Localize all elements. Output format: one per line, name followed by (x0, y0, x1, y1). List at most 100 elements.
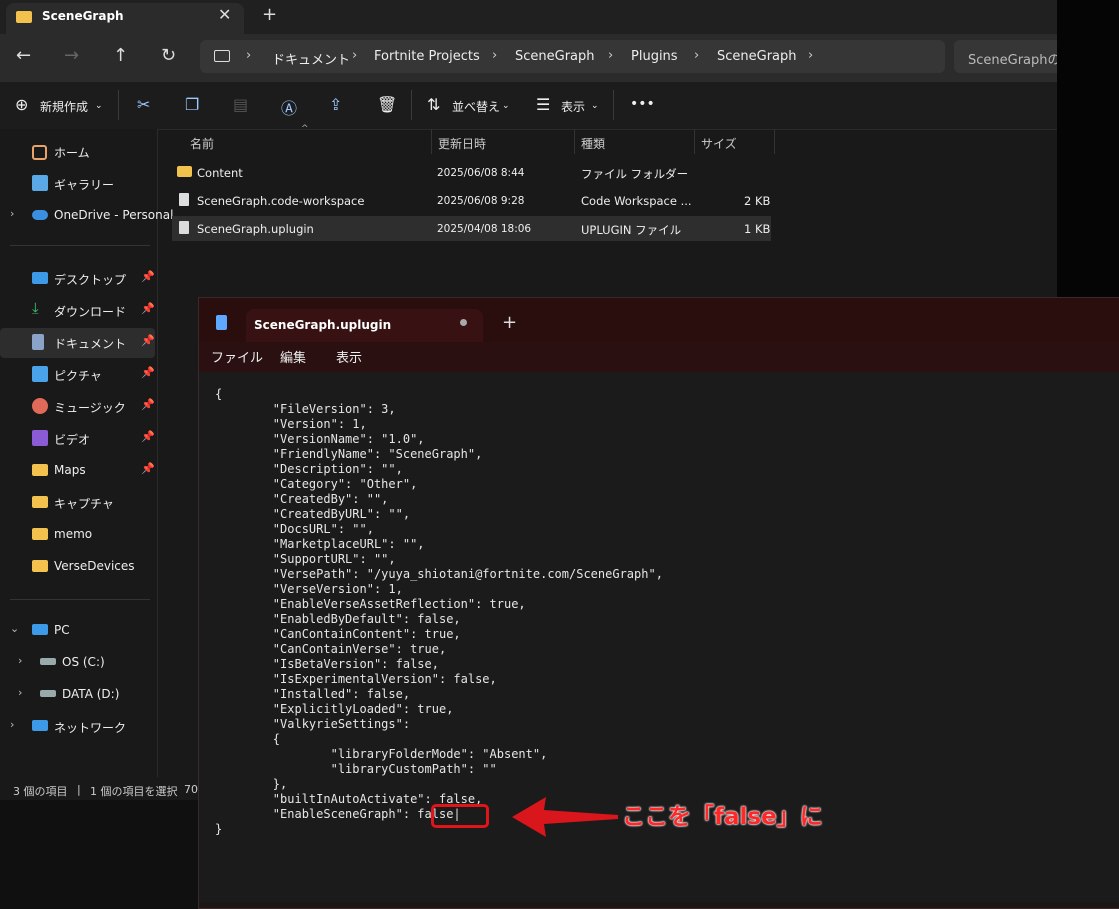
file-name: SceneGraph.code-workspace (197, 194, 365, 208)
selected-count: 1 個の項目を選択 (90, 785, 178, 798)
search-input[interactable]: SceneGraphの検索 (954, 40, 1057, 73)
column-header-name[interactable]: 名前 (190, 135, 214, 152)
folder-icon (32, 560, 48, 572)
chevron-right-icon: › (694, 48, 700, 63)
copy-icon[interactable]: ❐ (185, 95, 199, 114)
back-arrow-icon[interactable]: ← (16, 45, 31, 66)
file-name: SceneGraph.uplugin (197, 222, 314, 236)
sidebar-item-maps[interactable]: Maps 📌 (0, 456, 155, 486)
video-icon (32, 430, 48, 446)
column-header-date[interactable]: 更新日時 (438, 135, 486, 152)
pin-icon: 📌 (141, 430, 155, 443)
cut-icon[interactable]: ✂ (137, 95, 150, 114)
folder-icon (16, 11, 32, 23)
chevron-down-icon: ⌄ (591, 101, 599, 111)
sidebar-item-downloads[interactable]: ⤓ ダウンロード 📌 (0, 296, 155, 326)
sidebar-item-drive-c[interactable]: › OS (C:) (8, 648, 163, 678)
sidebar-item-music[interactable]: ミュージック 📌 (0, 392, 155, 422)
notepad-icon (216, 315, 227, 330)
chevron-right-icon[interactable]: › (10, 207, 14, 220)
breadcrumb-item[interactable]: ドキュメント (272, 49, 350, 68)
home-icon (32, 145, 47, 160)
unsaved-dot-icon[interactable] (460, 319, 467, 326)
up-arrow-icon[interactable]: ↑ (113, 45, 128, 66)
background-area (1057, 0, 1119, 297)
sidebar-item-capture[interactable]: キャプチャ (0, 488, 155, 518)
download-icon: ⤓ (32, 299, 39, 317)
pin-icon: 📌 (141, 270, 155, 283)
view-button[interactable]: 表示 (561, 98, 585, 115)
breadcrumb-item[interactable]: Fortnite Projects (374, 49, 480, 64)
breadcrumb-item[interactable]: SceneGraph (717, 49, 797, 64)
sidebar-item-pictures[interactable]: ピクチャ 📌 (0, 360, 155, 390)
chevron-right-icon[interactable]: › (18, 654, 22, 667)
sidebar-item-onedrive[interactable]: › OneDrive - Personal (0, 201, 173, 231)
sidebar-item-documents[interactable]: ドキュメント 📌 (0, 328, 155, 358)
item-count: 3 個の項目 (13, 785, 68, 798)
pin-icon: 📌 (141, 302, 155, 315)
menu-view[interactable]: 表示 (336, 347, 362, 366)
breadcrumb-item[interactable]: SceneGraph (515, 49, 595, 64)
selected-size: 70 (184, 783, 198, 796)
folder-icon (32, 464, 48, 476)
sidebar-item-versedevices[interactable]: VerseDevices (0, 552, 155, 582)
network-icon (32, 720, 48, 731)
column-divider[interactable] (574, 129, 575, 154)
pictures-icon (32, 366, 48, 382)
gallery-icon (32, 175, 48, 191)
search-placeholder: SceneGraphの検索 (968, 53, 1057, 68)
file-size: 1 KB (744, 222, 771, 236)
new-tab-button[interactable]: + (262, 4, 277, 25)
paste-icon[interactable]: ▤ (233, 95, 248, 114)
column-divider[interactable] (774, 129, 775, 154)
sidebar-item-gallery[interactable]: ギャラリー (0, 169, 155, 199)
column-divider[interactable] (431, 129, 432, 154)
chevron-right-icon: › (246, 48, 252, 63)
file-content[interactable]: { "FileVersion": 3, "Version": 1, "Versi… (215, 387, 663, 837)
delete-icon[interactable]: 🗑 (377, 95, 397, 114)
file-icon (179, 193, 189, 206)
sidebar-item-home[interactable]: ホーム (0, 137, 155, 167)
chevron-right-icon[interactable]: › (18, 686, 22, 699)
sort-button[interactable]: 並べ替え (452, 98, 500, 115)
sort-icon: ⇅ (427, 95, 441, 114)
chevron-down-icon[interactable]: ⌄ (10, 622, 19, 635)
menu-file[interactable]: ファイル (211, 347, 263, 366)
rename-icon[interactable]: Ⓐ (281, 95, 297, 119)
highlight-box (431, 804, 489, 828)
file-date: 2025/06/08 9:28 (437, 195, 525, 207)
menu-edit[interactable]: 編集 (280, 347, 306, 366)
new-tab-button[interactable]: + (502, 312, 517, 333)
chevron-right-icon: › (608, 48, 614, 63)
status-bar: 3 個の項目 | 1 個の項目を選択 70 (0, 777, 200, 800)
sidebar-item-drive-d[interactable]: › DATA (D:) (8, 680, 163, 710)
column-divider[interactable] (694, 129, 695, 154)
chevron-down-icon: ⌄ (95, 101, 103, 111)
column-header-size[interactable]: サイズ (701, 135, 737, 152)
close-tab-icon[interactable]: ✕ (218, 5, 231, 24)
forward-arrow-icon[interactable]: → (64, 45, 79, 66)
sidebar-item-pc[interactable]: ⌄ PC (0, 616, 155, 646)
new-button[interactable]: 新規作成 (40, 98, 88, 115)
chevron-right-icon[interactable]: › (10, 718, 14, 731)
folder-icon (32, 496, 48, 508)
drive-icon (40, 690, 56, 697)
divider (10, 245, 150, 246)
more-options-icon[interactable]: ••• (630, 96, 655, 112)
sidebar-item-memo[interactable]: memo (0, 520, 155, 550)
sidebar-item-desktop[interactable]: デスクトップ 📌 (0, 264, 155, 294)
sidebar-item-network[interactable]: › ネットワーク (0, 712, 155, 742)
view-icon: ☰ (536, 95, 551, 114)
pin-icon: 📌 (141, 366, 155, 379)
chevron-right-icon[interactable]: › (808, 48, 813, 63)
refresh-icon[interactable]: ↻ (161, 45, 176, 66)
breadcrumb-item[interactable]: Plugins (631, 49, 678, 64)
file-size: 2 KB (744, 194, 771, 208)
share-icon[interactable]: ⇪ (329, 95, 342, 114)
column-header-type[interactable]: 種類 (581, 135, 605, 152)
sidebar-item-videos[interactable]: ビデオ 📌 (0, 424, 155, 454)
pin-icon: 📌 (141, 334, 155, 347)
divider (613, 90, 614, 120)
file-date: 2025/04/08 18:06 (437, 223, 532, 235)
file-type: ファイル フォルダー (581, 167, 689, 181)
